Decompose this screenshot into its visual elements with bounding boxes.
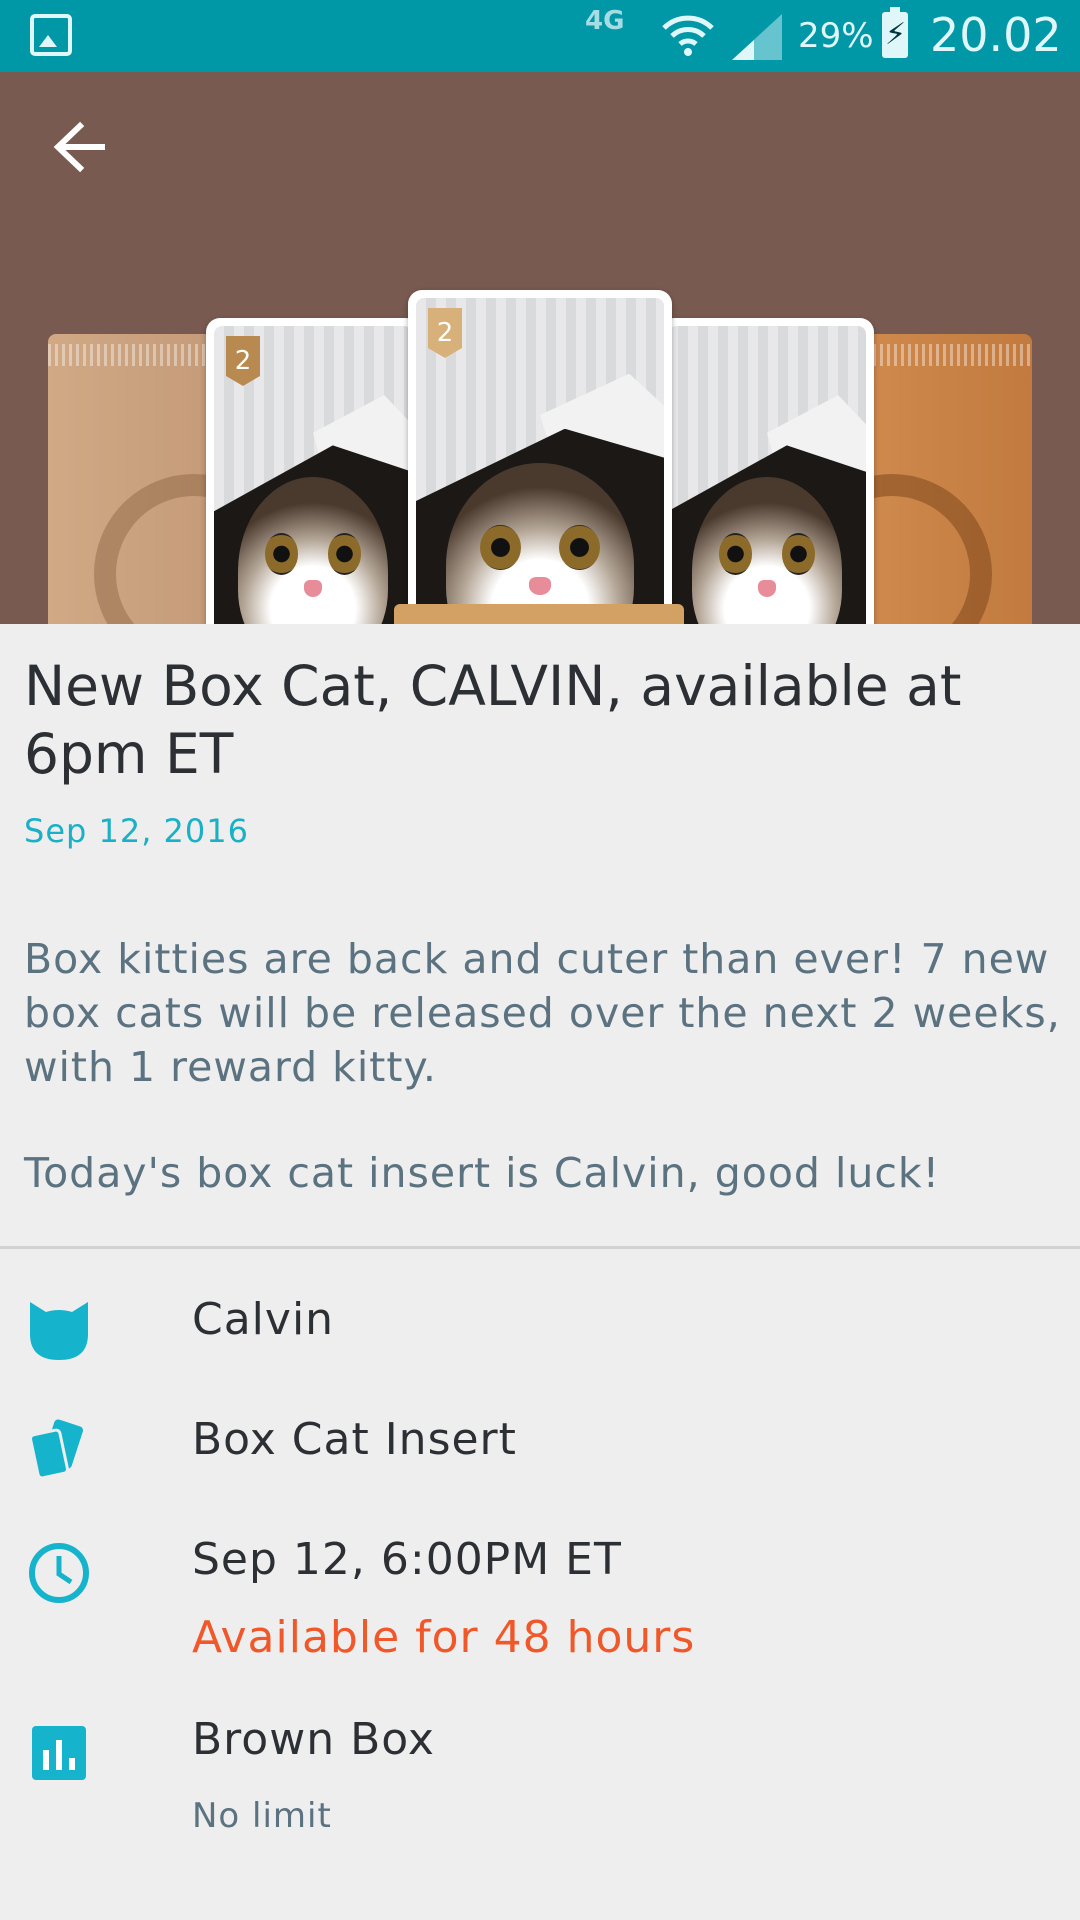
card-image-center: 2 bbox=[408, 290, 672, 624]
pack-image-left bbox=[48, 334, 294, 624]
hero-banner: 2 2 bbox=[0, 72, 1080, 624]
article-date: Sep 12, 2016 bbox=[24, 812, 249, 850]
limit-text: No limit bbox=[192, 1796, 332, 1836]
detail-box: Brown Box bbox=[192, 1714, 435, 1765]
network-type: 4G bbox=[585, 6, 625, 36]
cards-icon bbox=[28, 1419, 84, 1480]
battery-charging-icon: ⚡ bbox=[882, 7, 908, 58]
detail-type: Box Cat Insert bbox=[192, 1414, 517, 1465]
cat-icon bbox=[30, 1302, 88, 1360]
article-title: New Box Cat, CALVIN, available at 6pm ET bbox=[24, 654, 962, 786]
gallery-icon bbox=[30, 14, 72, 56]
pack-image-right bbox=[792, 334, 1032, 624]
status-bar: 4G 29% ⚡ 20.02 bbox=[0, 0, 1080, 72]
arrow-left-icon[interactable] bbox=[44, 112, 124, 182]
vol-tag: 2 bbox=[226, 336, 260, 386]
vol-tag: 2 bbox=[428, 308, 462, 358]
availability-text: Available for 48 hours bbox=[192, 1612, 696, 1663]
article-paragraph: Box kitties are back and cuter than ever… bbox=[24, 935, 1061, 1091]
clock: 20.02 bbox=[930, 8, 1062, 62]
card-image-right bbox=[660, 318, 874, 624]
detail-release-time: Sep 12, 6:00PM ET bbox=[192, 1534, 622, 1585]
article-paragraph: Today's box cat insert is Calvin, good l… bbox=[24, 1149, 941, 1197]
bar-chart-icon bbox=[32, 1726, 86, 1780]
divider bbox=[0, 1246, 1080, 1249]
detail-name: Calvin bbox=[192, 1294, 335, 1345]
wifi-icon bbox=[662, 15, 714, 56]
card-image-left: 2 bbox=[206, 318, 420, 624]
card-stand bbox=[394, 604, 684, 624]
battery-percent: 29% bbox=[798, 16, 874, 56]
clock-icon bbox=[29, 1543, 89, 1603]
signal-icon bbox=[732, 14, 782, 60]
